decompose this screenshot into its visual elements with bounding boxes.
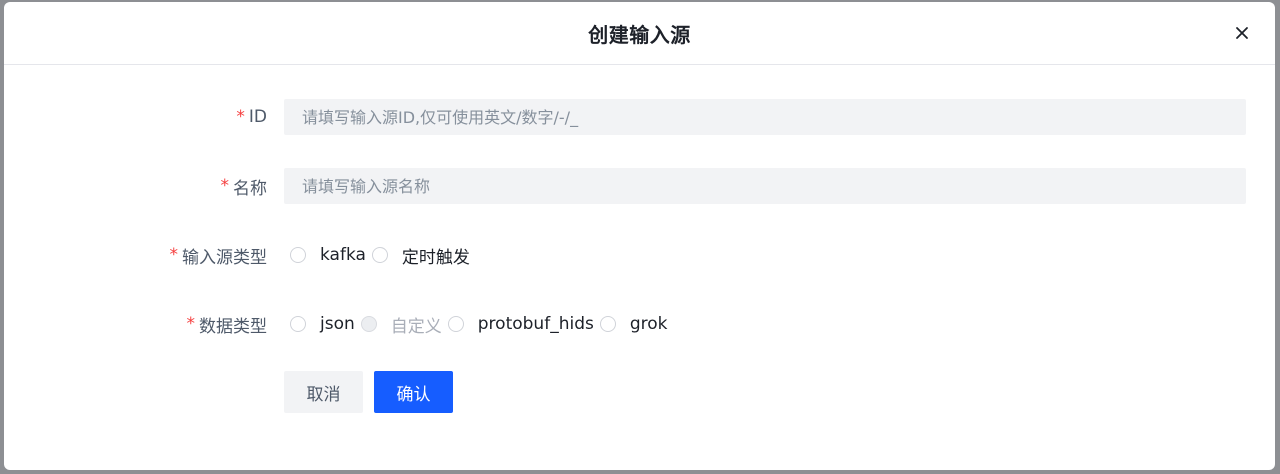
dialog-title: 创建输入源 (588, 22, 691, 47)
id-label-text: ID (248, 107, 267, 127)
required-mark: * (236, 107, 245, 127)
radio-circle-icon (599, 316, 616, 332)
radio-label: 定时触发 (401, 247, 470, 268)
required-mark: * (220, 176, 230, 196)
radio-label: 自定义 (390, 316, 442, 337)
id-input[interactable] (284, 99, 1246, 135)
name-input[interactable] (284, 168, 1246, 204)
radio-label: kafka (320, 245, 366, 265)
radio-label: protobuf_hids (477, 314, 594, 334)
radio-protobuf-hids[interactable]: protobuf_hids (447, 314, 594, 334)
name-label-text: 名称 (233, 178, 267, 199)
radio-circle-icon (290, 316, 306, 332)
create-input-source-dialog: 创建输入源 * ID * 名称 * 输入源类型 kafka (4, 2, 1275, 470)
radio-custom: 自定义 (360, 312, 442, 337)
id-label: * ID (236, 107, 267, 127)
form-row-name: * 名称 (4, 168, 1275, 204)
source-type-radio-group: kafka 定时触发 (290, 237, 476, 273)
source-type-label: * 输入源类型 (170, 243, 268, 268)
radio-circle-icon (360, 316, 377, 332)
dialog-header: 创建输入源 (4, 2, 1275, 65)
data-type-label-text: 数据类型 (199, 316, 267, 337)
radio-scheduled-trigger[interactable]: 定时触发 (371, 243, 470, 268)
data-type-radio-group: json 自定义 protobuf_hids grok (290, 306, 674, 342)
radio-grok[interactable]: grok (599, 314, 668, 334)
radio-label: grok (629, 314, 668, 334)
required-mark: * (186, 314, 196, 334)
radio-json[interactable]: json (290, 314, 355, 334)
radio-label: json (320, 314, 355, 334)
radio-circle-icon (371, 247, 388, 263)
source-type-label-text: 输入源类型 (182, 247, 267, 268)
radio-circle-icon (447, 316, 464, 332)
cancel-button[interactable]: 取消 (284, 371, 363, 413)
form-row-data-type: * 数据类型 json 自定义 protobuf_hids grok (4, 306, 1275, 342)
data-type-label: * 数据类型 (187, 312, 268, 337)
radio-kafka[interactable]: kafka (290, 245, 366, 265)
form-row-id: * ID (4, 99, 1275, 135)
close-icon[interactable] (1231, 22, 1253, 44)
form-row-source-type: * 输入源类型 kafka 定时触发 (4, 237, 1275, 273)
required-mark: * (169, 245, 179, 265)
name-label: * 名称 (221, 174, 268, 199)
radio-circle-icon (290, 247, 306, 263)
confirm-button[interactable]: 确认 (374, 371, 453, 413)
